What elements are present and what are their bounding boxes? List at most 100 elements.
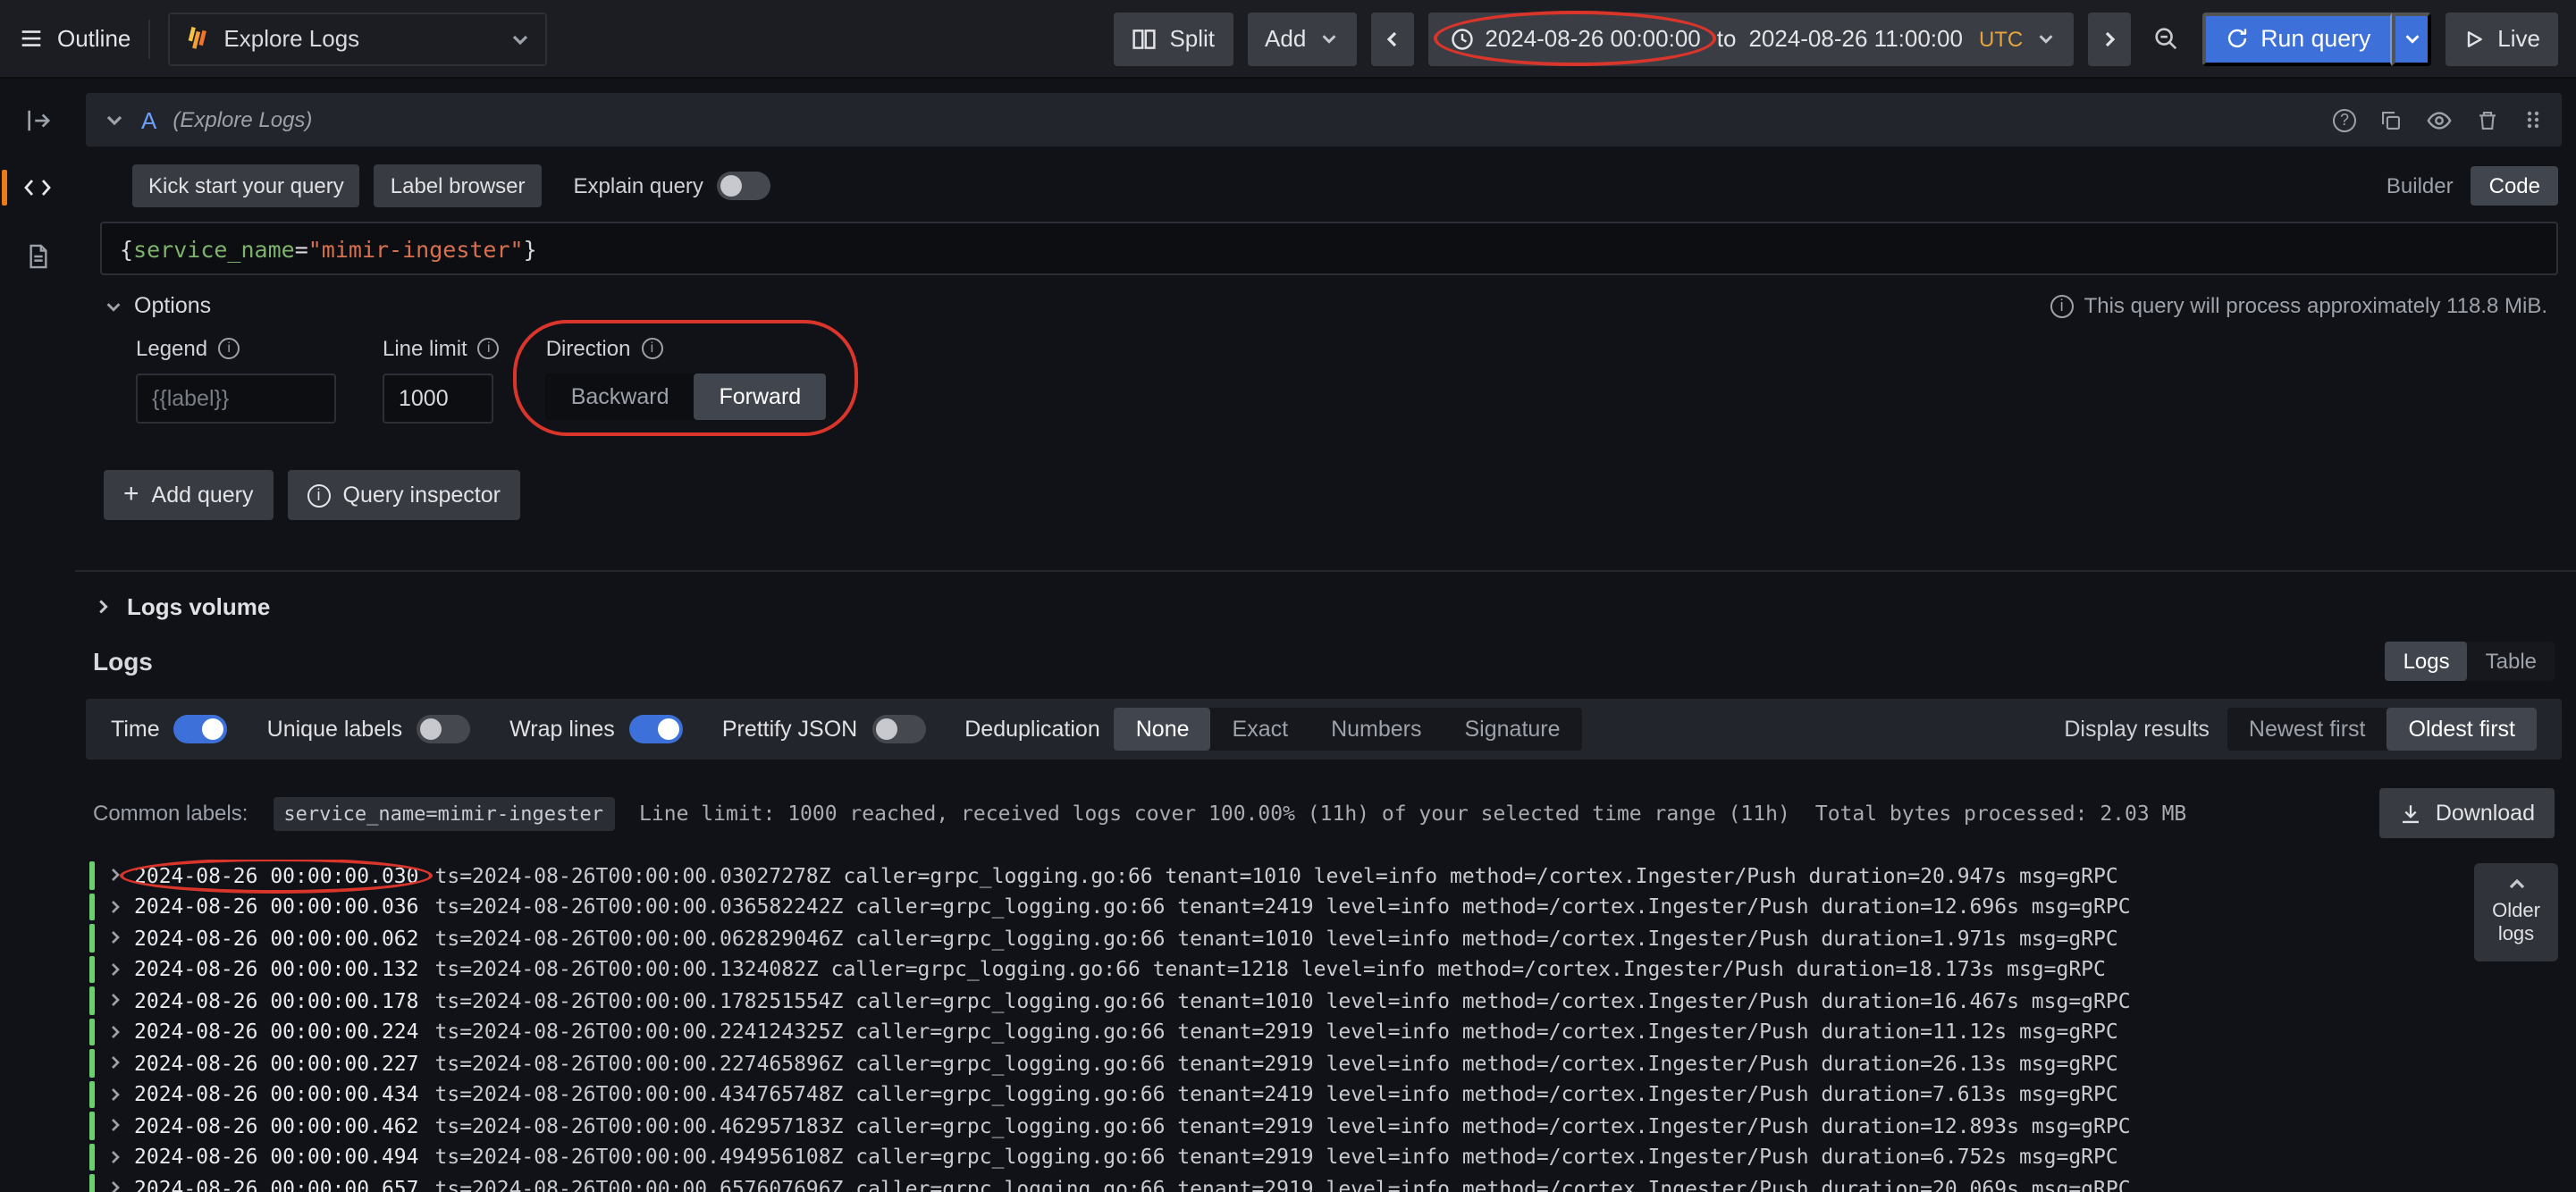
add-query-button[interactable]: + Add query	[104, 470, 274, 520]
clock-icon	[1449, 26, 1474, 51]
legend-label-text: Legend	[136, 336, 207, 361]
download-button[interactable]: Download	[2380, 788, 2555, 838]
app-picker-dropdown[interactable]: Explore Logs	[168, 12, 547, 65]
dedup-option-numbers[interactable]: Numbers	[1309, 708, 1443, 751]
eye-icon[interactable]	[2426, 106, 2453, 133]
log-row[interactable]: 2024-08-26 00:00:00.227 ts=2024-08-26T00…	[89, 1047, 2558, 1079]
split-button[interactable]: Split	[1114, 12, 1233, 65]
view-option-table[interactable]: Table	[2468, 642, 2555, 681]
options-fields: Legend i Line limit i	[136, 336, 2558, 424]
expand-pane-button[interactable]	[14, 100, 61, 139]
trash-icon[interactable]	[2476, 108, 2499, 131]
play-icon	[2463, 28, 2485, 49]
log-expand-chevron[interactable]	[107, 1180, 123, 1192]
deduplication-group: None Exact Numbers Signature	[1115, 708, 1582, 751]
legend-input[interactable]	[136, 374, 336, 424]
chevron-left-icon	[1381, 28, 1402, 49]
log-row[interactable]: 2024-08-26 00:00:00.132 ts=2024-08-26T00…	[89, 953, 2558, 985]
query-label-name: service_name	[133, 235, 295, 262]
options-header[interactable]: Options i This query will process approx…	[104, 293, 2558, 318]
editor-mode-code[interactable]: Code	[2471, 166, 2558, 206]
view-option-logs[interactable]: Logs	[2386, 642, 2468, 681]
log-expand-chevron[interactable]	[107, 1149, 123, 1165]
dedup-option-none[interactable]: None	[1115, 708, 1211, 751]
unique-labels-toggle[interactable]	[417, 715, 470, 743]
time-shift-back-button[interactable]	[1370, 12, 1413, 65]
prettify-json-toggle[interactable]	[871, 715, 925, 743]
log-expand-chevron[interactable]	[107, 868, 123, 884]
log-timestamp: 2024-08-26 00:00:00.462	[134, 1113, 419, 1138]
log-expand-chevron[interactable]	[107, 993, 123, 1009]
log-level-bar	[89, 1049, 95, 1077]
unique-labels-toggle-control: Unique labels	[267, 715, 471, 743]
log-expand-chevron[interactable]	[107, 1118, 123, 1134]
order-option-newest-first[interactable]: Newest first	[2227, 708, 2387, 751]
log-level-bar	[89, 861, 95, 889]
log-row[interactable]: 2024-08-26 00:00:00.434 ts=2024-08-26T00…	[89, 1079, 2558, 1110]
query-ref-id[interactable]: A	[141, 106, 156, 133]
direction-option-backward[interactable]: Backward	[546, 374, 695, 420]
log-expand-chevron[interactable]	[107, 1055, 123, 1071]
log-expand-chevron[interactable]	[107, 1024, 123, 1040]
log-line: ts=2024-08-26T00:00:00.657607696Z caller…	[435, 1176, 2131, 1192]
older-logs-button[interactable]: Older logs	[2474, 863, 2558, 962]
wrap-lines-toggle[interactable]	[629, 715, 683, 743]
log-row[interactable]: 2024-08-26 00:00:00.494 ts=2024-08-26T00…	[89, 1141, 2558, 1172]
direction-label-text: Direction	[546, 336, 631, 361]
run-query-button[interactable]: Run query	[2201, 12, 2392, 65]
label-browser-button[interactable]: Label browser	[375, 164, 542, 207]
editor-mode-builder[interactable]: Builder	[2369, 166, 2471, 206]
live-button[interactable]: Live	[2446, 12, 2558, 65]
direction-option-forward[interactable]: Forward	[695, 374, 827, 420]
log-expand-chevron[interactable]	[107, 1087, 123, 1103]
chevron-right-icon	[2098, 28, 2119, 49]
dedup-option-exact[interactable]: Exact	[1211, 708, 1310, 751]
direction-field: Direction i Backward Forward	[546, 336, 826, 420]
log-row[interactable]: 2024-08-26 00:00:00.030 ts=2024-08-26T00…	[89, 860, 2558, 891]
log-line: ts=2024-08-26T00:00:00.224124325Z caller…	[435, 1020, 2118, 1045]
help-icon[interactable]: ?	[2333, 108, 2356, 131]
add-button[interactable]: Add	[1247, 12, 1356, 65]
zoom-out-time-button[interactable]	[2144, 12, 2187, 65]
time-shift-forward-button[interactable]	[2087, 12, 2130, 65]
logs-volume-header[interactable]: Logs volume	[86, 572, 2562, 638]
query-inspector-button[interactable]: i Query inspector	[288, 470, 520, 520]
log-row[interactable]: 2024-08-26 00:00:00.657 ts=2024-08-26T00…	[89, 1172, 2558, 1192]
chevron-right-icon	[93, 597, 113, 617]
log-row[interactable]: 2024-08-26 00:00:00.036 ts=2024-08-26T00…	[89, 891, 2558, 922]
log-level-bar	[89, 986, 95, 1014]
rail-item-logs[interactable]	[14, 236, 61, 275]
log-row[interactable]: 2024-08-26 00:00:00.178 ts=2024-08-26T00…	[89, 985, 2558, 1016]
split-label: Split	[1169, 25, 1215, 52]
log-row[interactable]: 2024-08-26 00:00:00.224 ts=2024-08-26T00…	[89, 1016, 2558, 1047]
log-expand-chevron[interactable]	[107, 930, 123, 946]
copy-icon[interactable]	[2379, 108, 2403, 131]
line-limit-input[interactable]	[383, 374, 493, 424]
query-operator: =	[295, 235, 308, 262]
drag-handle-icon[interactable]	[2522, 109, 2544, 130]
explain-query-toggle[interactable]	[718, 172, 771, 200]
query-open-brace: {	[120, 235, 133, 262]
time-toggle[interactable]	[174, 715, 228, 743]
order-option-oldest-first[interactable]: Oldest first	[2387, 708, 2538, 751]
log-expand-chevron[interactable]	[107, 961, 123, 978]
outline-toggle[interactable]: Outline	[18, 25, 130, 52]
query-code-input[interactable]: {service_name="mimir-ingester"}	[100, 222, 2558, 275]
kick-start-button[interactable]: Kick start your query	[132, 164, 360, 207]
chevron-down-icon	[2035, 29, 2055, 48]
rail-item-code[interactable]	[14, 168, 61, 207]
log-row[interactable]: 2024-08-26 00:00:00.462 ts=2024-08-26T00…	[89, 1110, 2558, 1141]
log-expand-chevron[interactable]	[107, 899, 123, 915]
query-editor-panel: A (Explore Logs) ?	[86, 93, 2562, 549]
options-label: Options	[134, 293, 211, 318]
info-icon: i	[641, 338, 662, 359]
time-toggle-control: Time	[111, 715, 228, 743]
run-query-dropdown-button[interactable]	[2392, 12, 2431, 65]
collapse-query-chevron[interactable]	[104, 109, 125, 130]
dedup-option-signature[interactable]: Signature	[1444, 708, 1582, 751]
log-level-bar	[89, 1174, 95, 1192]
direction-radio-group: Backward Forward	[546, 374, 826, 420]
time-range-picker[interactable]: 2024-08-26 00:00:00 to 2024-08-26 11:00:…	[1427, 12, 2073, 65]
log-line: ts=2024-08-26T00:00:00.227465896Z caller…	[435, 1051, 2118, 1076]
log-row[interactable]: 2024-08-26 00:00:00.062 ts=2024-08-26T00…	[89, 922, 2558, 953]
